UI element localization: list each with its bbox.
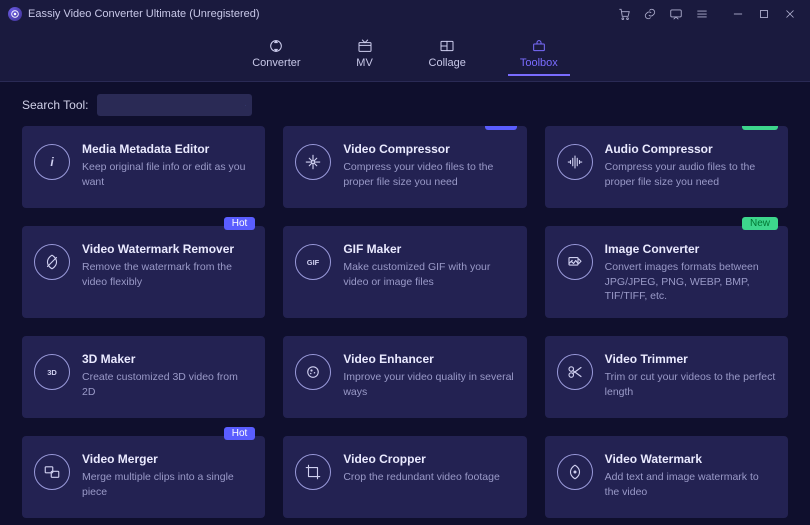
info-icon <box>34 144 70 180</box>
card-body: Video Merger Merge multiple clips into a … <box>82 452 253 499</box>
card-body: Image Converter Convert images formats be… <box>605 242 776 304</box>
hot-badge: Hot <box>224 427 256 440</box>
card-body: Video Watermark Remover Remove the waterm… <box>82 242 253 289</box>
search-label: Search Tool: <box>22 98 89 112</box>
app-title: Eassiy Video Converter Ultimate (Unregis… <box>28 8 260 20</box>
titlebar: Eassiy Video Converter Ultimate (Unregis… <box>0 0 810 28</box>
card-body: Video Watermark Add text and image waterm… <box>605 452 776 499</box>
card-desc: Improve your video quality in several wa… <box>343 370 514 399</box>
card-body: Video Cropper Crop the redundant video fo… <box>343 452 514 485</box>
card-desc: Make customized GIF with your video or i… <box>343 260 514 289</box>
search-row: Search Tool: <box>0 82 810 126</box>
card-desc: Compress your video files to the proper … <box>343 160 514 189</box>
card-desc: Merge multiple clips into a single piece <box>82 470 253 499</box>
card-title: 3D Maker <box>82 352 253 366</box>
card-body: GIF Maker Make customized GIF with your v… <box>343 242 514 289</box>
minimize-button[interactable] <box>726 2 750 26</box>
menu-icon[interactable] <box>690 2 714 26</box>
tab-collage[interactable]: Collage <box>417 34 478 75</box>
tools-scroll[interactable]: Media Metadata Editor Keep original file … <box>0 126 810 525</box>
card-desc: Crop the redundant video footage <box>343 470 514 485</box>
cart-icon[interactable] <box>612 2 636 26</box>
hot-badge: Hot <box>224 217 256 230</box>
main-tabs: Converter MV Collage Toolbox <box>0 28 810 82</box>
tool-card[interactable]: Video Watermark Add text and image waterm… <box>545 436 788 518</box>
trimmer-icon <box>557 354 593 390</box>
card-title: Video Compressor <box>343 142 514 156</box>
compress-video-icon <box>295 144 331 180</box>
card-desc: Trim or cut your videos to the perfect l… <box>605 370 776 399</box>
tab-converter[interactable]: Converter <box>240 34 312 75</box>
card-body: Media Metadata Editor Keep original file … <box>82 142 253 189</box>
compress-audio-icon <box>557 144 593 180</box>
tab-label: Collage <box>429 57 466 69</box>
card-title: Image Converter <box>605 242 776 256</box>
tab-toolbox[interactable]: Toolbox <box>508 34 570 75</box>
titlebar-right <box>612 2 802 26</box>
titlebar-left: Eassiy Video Converter Ultimate (Unregis… <box>8 7 260 21</box>
3d-icon <box>34 354 70 390</box>
card-title: Video Cropper <box>343 452 514 466</box>
app-logo-icon <box>8 7 22 21</box>
card-desc: Remove the watermark from the video flex… <box>82 260 253 289</box>
new-badge: New <box>742 217 778 230</box>
tab-mv[interactable]: MV <box>343 34 387 75</box>
tool-card[interactable]: HotVideo MergerMerge multiple clips into… <box>22 436 265 518</box>
card-body: 3D Maker Create customized 3D video from … <box>82 352 253 399</box>
card-desc: Add text and image watermark to the vide… <box>605 470 776 499</box>
card-desc: Convert images formats between JPG/JPEG,… <box>605 260 776 304</box>
tool-card[interactable]: Hot Video Compressor Compress your video f… <box>283 126 526 208</box>
card-title: Media Metadata Editor <box>82 142 253 156</box>
tool-card[interactable]: Video Cropper Crop the redundant video fo… <box>283 436 526 518</box>
tab-label: Toolbox <box>520 57 558 69</box>
search-input[interactable] <box>103 99 245 111</box>
new-badge: New <box>742 126 778 130</box>
watermark-icon <box>557 454 593 490</box>
search-icon <box>245 99 246 112</box>
enhancer-icon <box>295 354 331 390</box>
tab-label: Converter <box>252 57 300 69</box>
tool-card[interactable]: Video Trimmer Trim or cut your videos to … <box>545 336 788 418</box>
chat-icon[interactable] <box>664 2 688 26</box>
card-title: Video Enhancer <box>343 352 514 366</box>
card-desc: Compress your audio files to the proper … <box>605 160 776 189</box>
card-title: Video Trimmer <box>605 352 776 366</box>
tool-card[interactable]: NewImage ConverterConvert images formats… <box>545 226 788 318</box>
maximize-button[interactable] <box>752 2 776 26</box>
tool-card[interactable]: HotVideo Watermark RemoverRemove the wat… <box>22 226 265 318</box>
tool-card[interactable]: 3D Maker Create customized 3D video from … <box>22 336 265 418</box>
merger-icon <box>34 454 70 490</box>
card-title: GIF Maker <box>343 242 514 256</box>
tool-card[interactable]: GIF Maker Make customized GIF with your v… <box>283 226 526 318</box>
card-title: Video Watermark Remover <box>82 242 253 256</box>
card-body: Video Compressor Compress your video file… <box>343 142 514 189</box>
tab-label: MV <box>356 57 373 69</box>
search-box[interactable] <box>97 94 252 116</box>
close-button[interactable] <box>778 2 802 26</box>
tool-card[interactable]: New Audio Compressor Compress your audio f… <box>545 126 788 208</box>
hot-badge: Hot <box>485 126 517 130</box>
card-body: Video Enhancer Improve your video quality… <box>343 352 514 399</box>
watermark-remove-icon <box>34 244 70 280</box>
cropper-icon <box>295 454 331 490</box>
card-body: Video Trimmer Trim or cut your videos to … <box>605 352 776 399</box>
card-title: Audio Compressor <box>605 142 776 156</box>
card-desc: Create customized 3D video from 2D <box>82 370 253 399</box>
image-convert-icon <box>557 244 593 280</box>
gif-icon <box>295 244 331 280</box>
tool-card[interactable]: Video Enhancer Improve your video quality… <box>283 336 526 418</box>
link-icon[interactable] <box>638 2 662 26</box>
card-desc: Keep original file info or edit as you w… <box>82 160 253 189</box>
tools-grid: Media Metadata Editor Keep original file … <box>22 126 788 518</box>
card-body: Audio Compressor Compress your audio file… <box>605 142 776 189</box>
tool-card[interactable]: Media Metadata Editor Keep original file … <box>22 126 265 208</box>
card-title: Video Merger <box>82 452 253 466</box>
card-title: Video Watermark <box>605 452 776 466</box>
